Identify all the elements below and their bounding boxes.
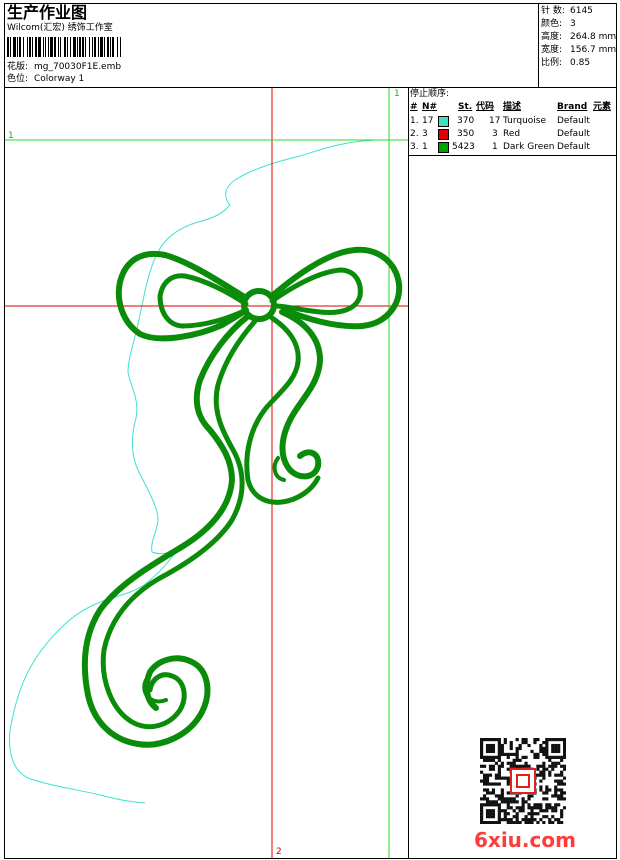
col-header-index: # xyxy=(410,102,418,112)
row-index: 1. xyxy=(410,116,419,126)
guide-label-h1: 1 xyxy=(8,131,14,141)
stat-scale-label: 比例: xyxy=(541,58,563,68)
barcode xyxy=(7,37,121,57)
page-title: 生产作业图 xyxy=(7,3,88,22)
stat-colors-label: 颜色: xyxy=(541,19,563,29)
stat-stitches-label: 针 数: xyxy=(541,6,565,16)
row-stitches: 5423 xyxy=(452,142,475,152)
outer-border-bottom xyxy=(4,858,617,859)
watermark-logo: 6xiu.com xyxy=(474,828,576,852)
row-stitches: 370 xyxy=(457,116,475,126)
col-header-number: N# xyxy=(422,102,438,112)
design-label: 花版: xyxy=(7,62,29,72)
row-number: 1 xyxy=(422,142,428,152)
color-swatch-dark-green xyxy=(438,142,449,153)
row-stitches: 350 xyxy=(457,129,475,139)
stat-stitches-value: 6145 xyxy=(570,6,593,16)
color-swatch-turquoise xyxy=(438,116,449,127)
panel-divider xyxy=(408,87,409,858)
row-index: 3. xyxy=(410,142,419,152)
color-swatch-red xyxy=(438,129,449,140)
col-header-brand: Brand xyxy=(557,102,588,112)
row-number: 3 xyxy=(422,129,428,139)
table-bottom-divider xyxy=(408,155,617,156)
guide-label-v1: 1 xyxy=(394,89,400,99)
row-brand: Default xyxy=(557,142,590,152)
seal-inner-mark xyxy=(516,774,530,788)
turquoise-outline xyxy=(9,139,376,804)
stat-scale-value: 0.85 xyxy=(570,58,591,68)
guide-label-v2: 2 xyxy=(276,847,282,857)
bow-left-tail-inner xyxy=(100,317,259,730)
outer-border-top xyxy=(4,3,617,4)
colorway-value: Colorway 1 xyxy=(34,74,85,84)
stat-width-value: 156.7 mm xyxy=(570,45,617,55)
row-description: Dark Green xyxy=(503,142,555,152)
row-description: Red xyxy=(503,129,521,139)
design-filename: mg_70030F1E.emb xyxy=(34,62,122,72)
stats-divider xyxy=(538,3,539,87)
row-description: Turquoise xyxy=(503,116,547,126)
colorway-label: 色位: xyxy=(7,74,29,84)
col-header-element: 元素 xyxy=(593,102,612,112)
row-brand: Default xyxy=(557,116,590,126)
row-code: 3 xyxy=(492,129,498,139)
studio-name: Wilcom(汇宏) 绣饰工作室 xyxy=(7,23,113,33)
col-header-stitches: St. xyxy=(458,102,473,112)
row-code: 1 xyxy=(492,142,498,152)
row-brand: Default xyxy=(557,129,590,139)
row-index: 2. xyxy=(410,129,419,139)
stat-height-label: 高度: xyxy=(541,32,563,42)
row-code: 17 xyxy=(489,116,501,126)
row-number: 17 xyxy=(422,116,434,126)
production-worksheet: 生产作业图 Wilcom(汇宏) 绣饰工作室 花版: mg_70030F1E.e… xyxy=(0,0,620,860)
bow-right-tail-outer xyxy=(279,309,323,480)
stat-colors-value: 3 xyxy=(570,19,576,29)
stat-height-value: 264.8 mm xyxy=(570,32,617,42)
col-header-code: 代码 xyxy=(476,102,495,112)
col-header-description: 描述 xyxy=(503,102,522,112)
stop-sequence-title: 停止顺序: xyxy=(410,89,450,99)
outer-border-right xyxy=(616,3,617,859)
red-seal-logo xyxy=(510,768,536,794)
design-canvas xyxy=(5,88,408,858)
stat-width-label: 宽度: xyxy=(541,45,563,55)
